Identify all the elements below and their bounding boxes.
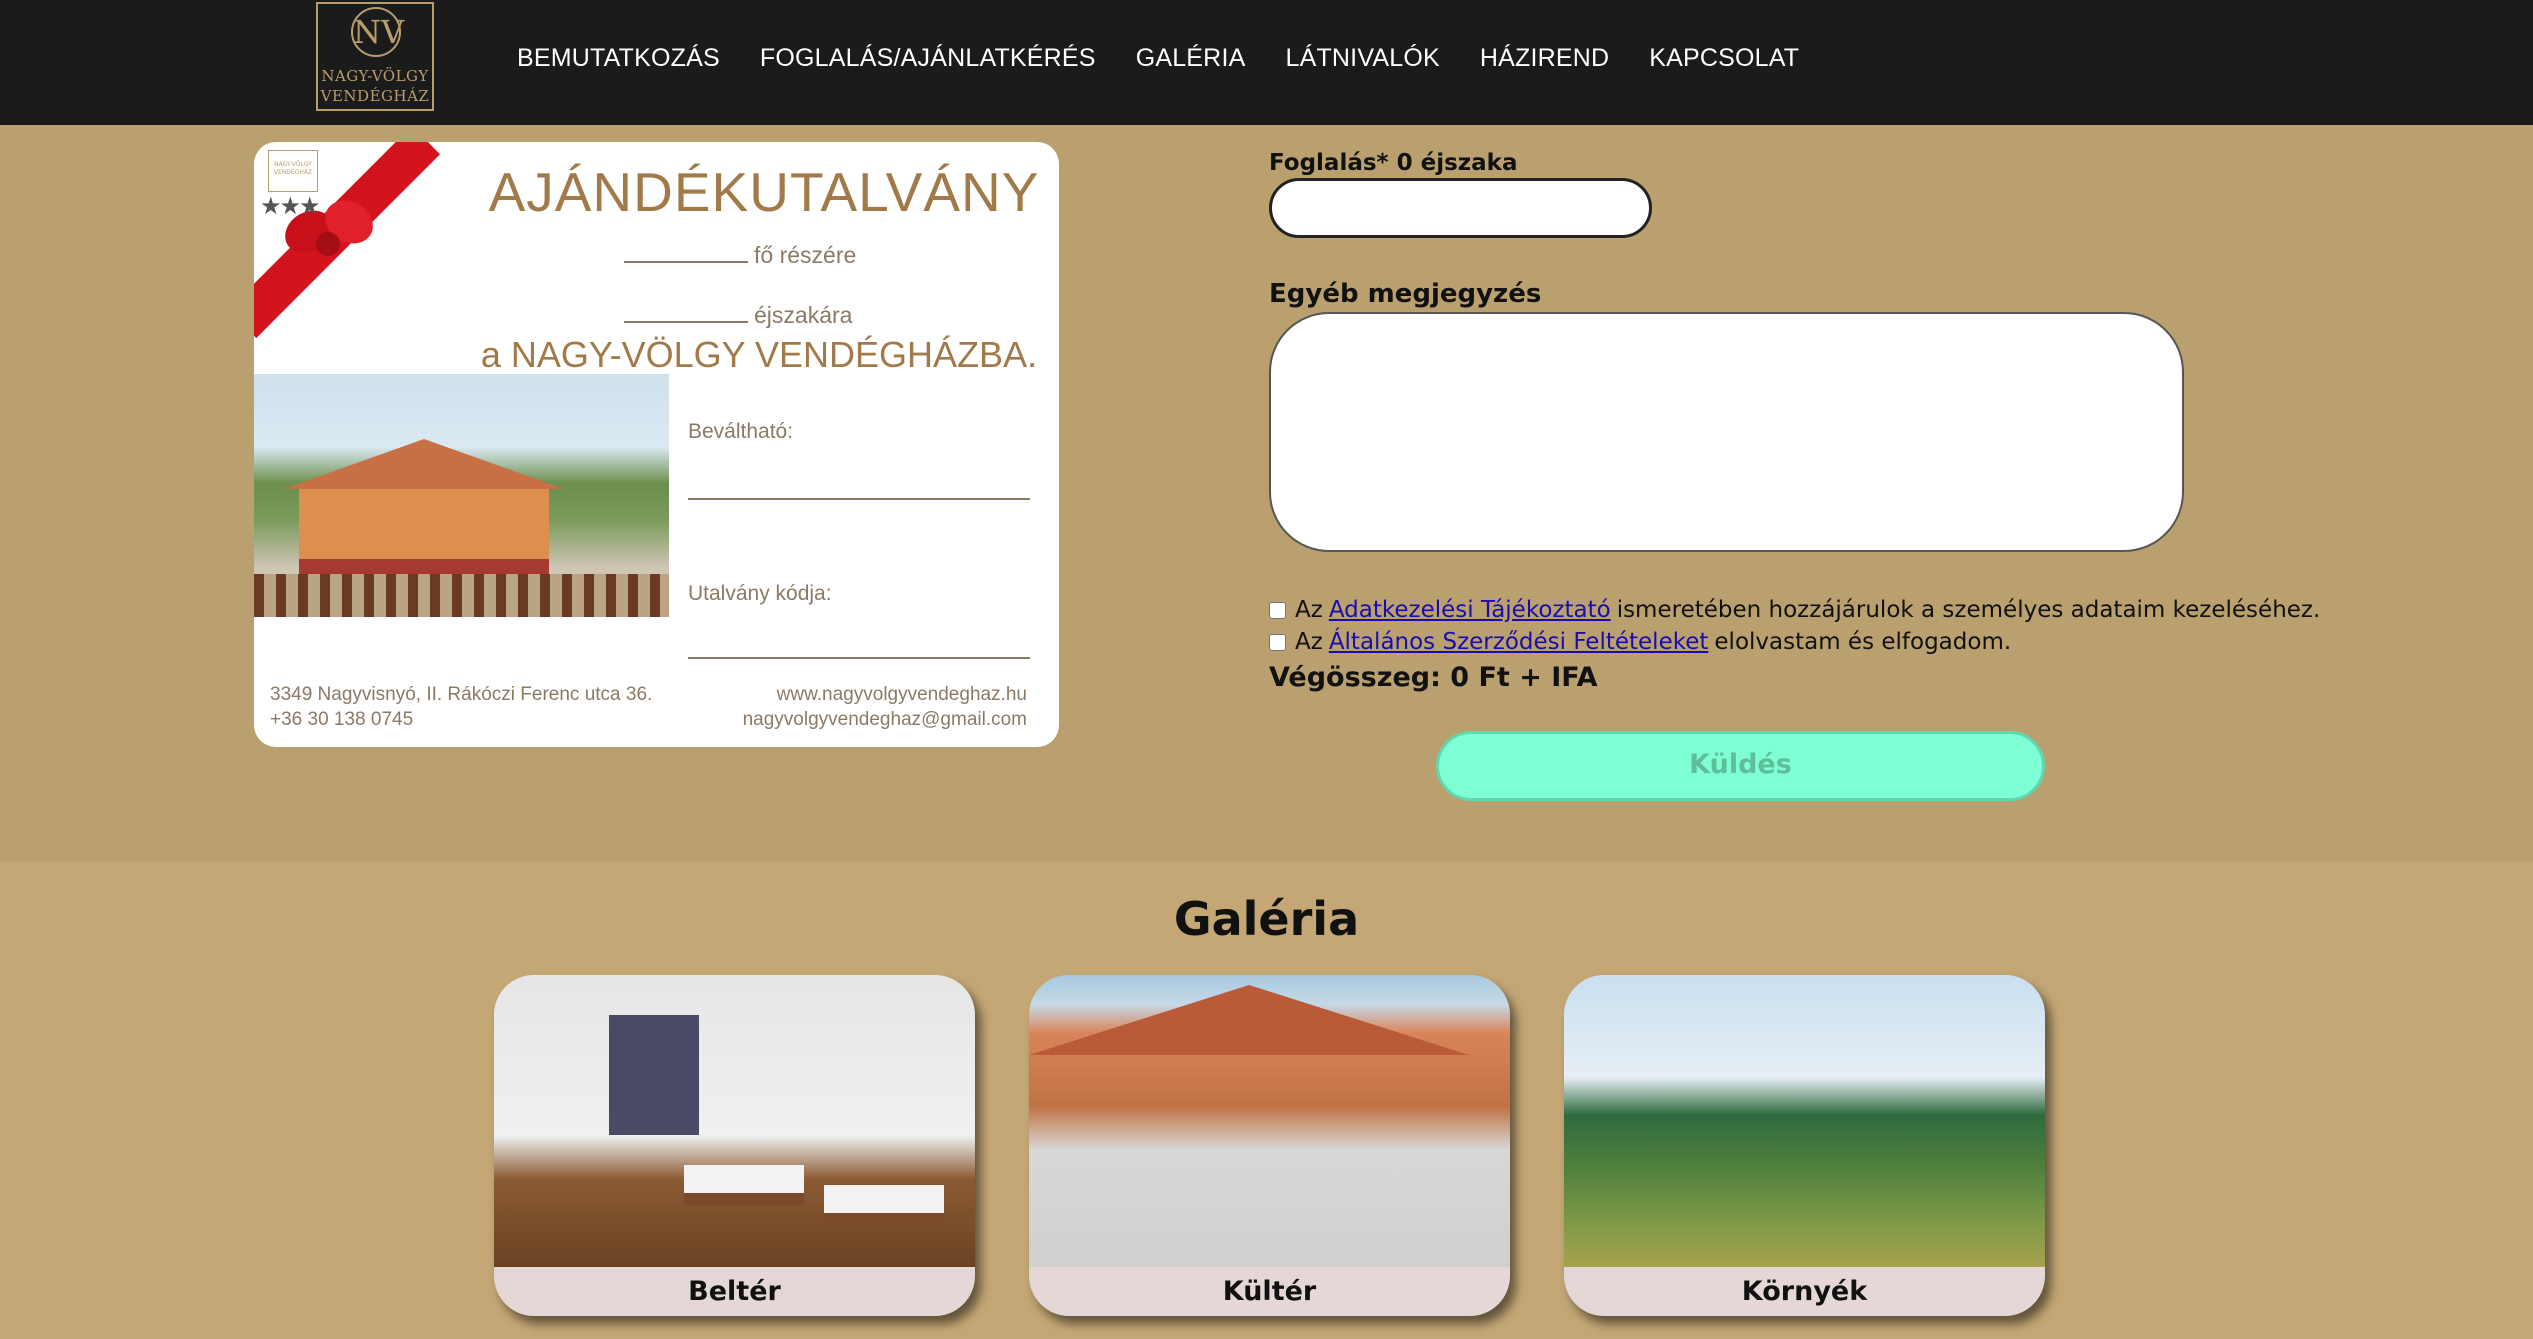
terms-consent-row: Az Általános Szerződési Feltételeket elo…: [1269, 629, 2011, 655]
gift-voucher-image: NAGY-VÖLGY VENDÉGHÁZ ★★★ AJÁNDÉKUTALVÁNY …: [254, 142, 1059, 747]
landscape-photo: [1564, 975, 2045, 1267]
gallery-card-label: Beltér: [688, 1276, 781, 1307]
voucher-address: 3349 Nagyvisnyó, II. Rákóczi Ferenc utca…: [270, 682, 652, 732]
total-amount: Végösszeg: 0 Ft + IFA: [1269, 662, 1598, 693]
note-textarea[interactable]: [1269, 312, 2184, 552]
gallery-card-kulter[interactable]: Kültér: [1029, 975, 1510, 1316]
privacy-consent-checkbox[interactable]: [1269, 601, 1286, 619]
voucher-phone-text: +36 30 138 0745: [270, 709, 414, 730]
voucher-nights-text: éjszakára: [754, 302, 853, 328]
nav-item-kapcsolat[interactable]: KAPCSOLAT: [1649, 44, 1799, 73]
gallery-card-label: Környék: [1741, 1276, 1868, 1307]
voucher-stars: ★★★: [260, 192, 321, 220]
gallery-section: Galéria Beltér Kültér Környék: [0, 862, 2533, 1339]
send-button[interactable]: Küldés: [1436, 731, 2045, 801]
note-label: Egyéb megjegyzés: [1269, 279, 1542, 309]
logo-text-line2: VENDÉGHÁZ: [320, 87, 430, 105]
voucher-logo: NAGY-VÖLGY VENDÉGHÁZ: [268, 150, 318, 192]
voucher-redeemable-label: Beváltható:: [688, 420, 794, 443]
terms-consent-checkbox[interactable]: [1269, 633, 1286, 651]
voucher-contact: www.nagyvolgyvendeghaz.hu nagyvolgyvende…: [743, 682, 1027, 732]
terms-link[interactable]: Általános Szerződési Feltételeket: [1329, 629, 1709, 655]
voucher-rule: [688, 657, 1030, 659]
nav-item-hazirend[interactable]: HÁZIREND: [1480, 44, 1609, 73]
privacy-consent-suffix: ismeretében hozzájárulok a személyes ada…: [1616, 597, 2321, 623]
nav-item-foglalas[interactable]: FOGLALÁS/AJÁNLATKÉRÉS: [760, 44, 1096, 73]
voucher-persons-text: fő részére: [754, 242, 857, 268]
voucher-rule: [688, 498, 1030, 500]
terms-consent-prefix: Az: [1295, 629, 1323, 655]
voucher-persons-line: fő részére: [624, 242, 856, 269]
logo[interactable]: NV NAGY-VÖLGY VENDÉGHÁZ: [316, 2, 434, 111]
main-menu: BEMUTATKOZÁS FOGLALÁS/AJÁNLATKÉRÉS GALÉR…: [517, 44, 1839, 73]
nav-item-galeria[interactable]: GALÉRIA: [1136, 44, 1246, 73]
voucher-subtitle: a NAGY-VÖLGY VENDÉGHÁZBA.: [480, 334, 1038, 375]
top-nav: NV NAGY-VÖLGY VENDÉGHÁZ BEMUTATKOZÁS FOG…: [0, 0, 2533, 125]
voucher-email-text: nagyvolgyvendeghaz@gmail.com: [742, 709, 1027, 730]
privacy-consent-row: Az Adatkezelési Tájékoztató ismeretében …: [1269, 597, 2320, 623]
terms-consent-suffix: elolvastam és elfogadom.: [1714, 629, 2012, 655]
voucher-code-label: Utalvány kódja:: [688, 582, 832, 605]
voucher-house-photo: [254, 374, 669, 617]
gallery-card-belter[interactable]: Beltér: [494, 975, 975, 1316]
booking-label: Foglalás* 0 éjszaka: [1269, 150, 1518, 176]
gallery-title: Galéria: [1173, 892, 1360, 946]
gallery-card-kornyek[interactable]: Környék: [1564, 975, 2045, 1316]
nav-item-bemutatkozas[interactable]: BEMUTATKOZÁS: [517, 44, 720, 73]
privacy-policy-link[interactable]: Adatkezelési Tájékoztató: [1329, 597, 1611, 623]
logo-text-line1: NAGY-VÖLGY: [321, 67, 429, 85]
nav-item-latnivalok[interactable]: LÁTNIVALÓK: [1285, 44, 1439, 73]
voucher-title: AJÁNDÉKUTALVÁNY: [488, 161, 1040, 223]
gallery-card-label: Kültér: [1222, 1276, 1317, 1307]
voucher-address-text: 3349 Nagyvisnyó, II. Rákóczi Ferenc utca…: [270, 684, 653, 705]
logo-monogram: NV: [351, 7, 404, 57]
booking-input[interactable]: [1269, 178, 1652, 238]
interior-photo: [494, 975, 975, 1267]
voucher-nights-line: éjszakára: [624, 302, 852, 329]
privacy-consent-prefix: Az: [1295, 597, 1323, 623]
voucher-website-text: www.nagyvolgyvendeghaz.hu: [776, 684, 1027, 705]
exterior-photo: [1029, 975, 1510, 1267]
